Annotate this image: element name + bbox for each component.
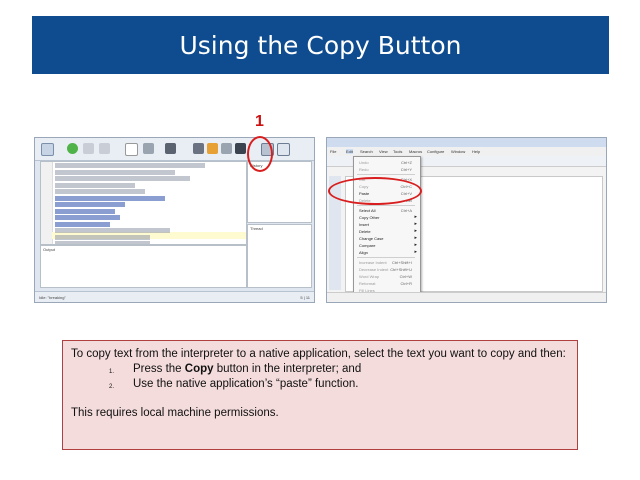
code-line [55,182,135,188]
menu-item-undo[interactable]: Undo Ctrl+Z [354,159,420,166]
submenu-arrow-icon: ▸ [414,242,417,248]
selected-code-line [55,221,110,227]
submenu-arrow-icon: ▸ [414,228,417,234]
chart-icon[interactable] [207,143,218,154]
selected-code-line [55,208,115,214]
code-line [55,169,175,175]
thread-panel[interactable]: Thread [247,224,312,288]
note-step-2: 2. Use the native application’s “paste” … [71,377,569,392]
save-icon[interactable] [235,143,246,154]
thread-label: Thread [250,226,263,231]
cursor-position: 5 | 11 [300,295,310,300]
undo-icon[interactable] [143,143,154,154]
console-panel[interactable]: Output [40,245,247,288]
code-line [55,163,205,169]
app-status-bar [327,292,606,302]
menu-help[interactable]: Help [472,149,480,154]
menu-item-redo[interactable]: Redo Ctrl+Y [354,166,420,173]
submenu-arrow-icon: ▸ [414,221,417,227]
menu-separator [357,205,415,206]
menu-item-compare[interactable]: Compare ▸ [354,242,420,249]
note-intro: To copy text from the interpreter to a n… [71,348,566,360]
menu-search[interactable]: Search [360,149,373,154]
instruction-note: To copy text from the interpreter to a n… [62,340,578,450]
paste-icon[interactable] [277,143,290,156]
menu-item-insert[interactable]: Insert ▸ [354,221,420,228]
step-over-icon[interactable] [83,143,94,154]
note-footer: This requires local machine permissions. [71,407,279,419]
status-text: Idle: "breaking" [39,295,66,300]
menu-item-select-all[interactable]: Select All Ctrl+A [354,207,420,214]
menu-window[interactable]: Window [451,149,465,154]
menu-item-reformat[interactable]: Reformat Ctrl+R [354,280,420,287]
code-line [55,176,190,182]
menu-item-increase-indent[interactable]: Increase Indent Ctrl+Shift+I [354,259,420,266]
text-icon[interactable] [125,143,138,156]
menu-icon[interactable] [41,143,54,156]
selected-code-line [55,195,165,201]
menu-separator [357,257,415,258]
edit-icon[interactable] [193,143,204,154]
code-line [55,228,170,234]
menu-item-align[interactable]: Align ▸ [354,249,420,256]
menu-item-word-wrap[interactable]: Word Wrap Ctrl+W [354,273,420,280]
run-icon[interactable] [67,143,78,154]
copy-button-highlight [247,136,273,172]
selected-code-line [55,215,120,221]
menu-macros[interactable]: Macros [409,149,422,154]
selected-code-line [55,202,125,208]
menu-item-copy-other[interactable]: Copy Other ▸ [354,214,420,221]
stop-icon[interactable] [165,143,176,154]
layout-icon[interactable] [221,143,232,154]
menu-configure[interactable]: Configure [427,149,444,154]
code-line [55,189,145,195]
window-titlebar [327,138,606,147]
note-step-1: 1. Press the Copy button in the interpre… [71,362,569,377]
menu-item-change-case[interactable]: Change Case ▸ [354,235,420,242]
paste-item-highlight [328,177,422,205]
menu-view[interactable]: View [379,149,388,154]
native-app-screenshot: File Edit Search View Tools Macros Confi… [326,137,607,303]
copy-keyword: Copy [184,363,214,375]
step-number: 2. [109,384,115,390]
submenu-arrow-icon: ▸ [414,235,417,241]
step-into-icon[interactable] [99,143,110,154]
menu-separator [357,174,415,175]
submenu-arrow-icon: ▸ [414,214,417,220]
menu-edit[interactable]: Edit [346,149,353,154]
code-lines [41,162,246,244]
menu-file[interactable]: File [330,149,336,154]
submenu-arrow-icon: ▸ [414,249,417,255]
slide-title: Using the Copy Button [32,16,609,74]
menu-item-delete-sub[interactable]: Delete ▸ [354,228,420,235]
menu-tools[interactable]: Tools [393,149,402,154]
interpreter-status-bar: Idle: "breaking" 5 | 11 [35,291,314,302]
console-label: Output [43,247,56,252]
code-editor[interactable] [40,161,247,245]
code-line [55,234,150,240]
interpreter-screenshot: History Thread Output Idle: "breaking" 5… [34,137,315,303]
callout-1: 1 [255,113,264,130]
menu-item-decrease-indent[interactable]: Decrease Indent Ctrl+Shift+U [354,266,420,273]
